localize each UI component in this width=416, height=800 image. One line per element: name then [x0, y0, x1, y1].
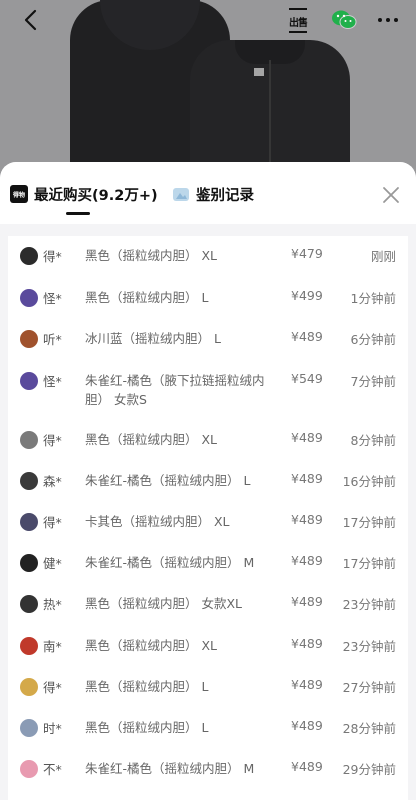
buyer-name: 时*: [43, 721, 62, 736]
close-icon: [383, 187, 399, 203]
avatar: [20, 330, 38, 348]
buyer-name: 怪*: [43, 374, 62, 389]
buyer-name: 森*: [43, 474, 62, 489]
product-variant: 黑色（摇粒绒内胆） L: [85, 290, 209, 305]
purchase-time: 27分钟前: [342, 680, 396, 695]
product-variant: 黑色（摇粒绒内胆） XL: [85, 638, 218, 653]
tab-recent-purchases-label: 最近购买(9.2万+): [34, 187, 158, 204]
avatar: [20, 678, 38, 696]
purchase-time: 6分钟前: [350, 332, 396, 347]
purchase-price: ¥489: [291, 636, 323, 651]
recent-purchases-sheet: 得物 最近购买(9.2万+) 鉴别记录 得* 黑色（摇粒绒内胆） XL ¥479 刚刚…: [0, 162, 416, 800]
purchase-price: ¥489: [291, 471, 323, 486]
authentication-icon: [173, 188, 189, 201]
wechat-icon: [332, 10, 357, 29]
sheet-header: 得物 最近购买(9.2万+) 鉴别记录: [0, 162, 416, 224]
close-button[interactable]: [380, 184, 402, 206]
product-variant: 朱雀红-橘色（摇粒绒内胆） M: [85, 761, 255, 776]
buyer-name: 怪*: [43, 291, 62, 306]
purchase-price: ¥499: [291, 288, 323, 303]
buyer-name: 健*: [43, 556, 62, 571]
purchase-price: ¥489: [291, 512, 323, 527]
more-button[interactable]: [374, 8, 402, 32]
product-variant: 冰川蓝（摇粒绒内胆） L: [85, 331, 221, 346]
purchase-price: ¥489: [291, 553, 323, 568]
buyer-name: 南*: [43, 639, 62, 654]
wechat-share-button[interactable]: [330, 8, 358, 32]
purchase-price: ¥479: [291, 246, 323, 261]
purchase-time: 1分钟前: [350, 291, 396, 306]
purchase-price: ¥489: [291, 329, 323, 344]
avatar: [20, 595, 38, 613]
product-variant: 卡其色（摇粒绒内胆） XL: [85, 514, 230, 529]
purchase-time: 29分钟前: [342, 762, 396, 777]
avatar: [20, 247, 38, 265]
purchase-time: 刚刚: [370, 249, 396, 264]
tab-recent-purchases[interactable]: 得物 最近购买(9.2万+): [10, 182, 158, 206]
dewu-logo-icon: 得物: [10, 185, 28, 203]
avatar: [20, 289, 38, 307]
product-variant: 黑色（摇粒绒内胆） XL: [85, 432, 218, 447]
chevron-left-icon: [24, 9, 37, 31]
back-button[interactable]: [16, 6, 44, 34]
purchase-time: 17分钟前: [342, 556, 396, 571]
avatar: [20, 372, 38, 390]
purchase-price: ¥489: [291, 677, 323, 692]
purchase-time: 23分钟前: [342, 639, 396, 654]
product-variant: 朱雀红-橘色（摇粒绒内胆） M: [85, 555, 255, 570]
top-bar: 出售: [0, 0, 416, 40]
avatar: [20, 760, 38, 778]
more-dots-icon: [378, 18, 398, 22]
purchase-time: 7分钟前: [350, 374, 396, 389]
active-tab-indicator: [66, 212, 90, 215]
buyer-name: 不*: [43, 762, 62, 777]
product-variant: 朱雀红-橘色（摇粒绒内胆） L: [85, 473, 251, 488]
buyer-name: 得*: [43, 515, 62, 530]
purchase-time: 23分钟前: [342, 597, 396, 612]
purchase-price: ¥549: [291, 371, 323, 386]
product-variant: 黑色（摇粒绒内胆） XL: [85, 248, 218, 263]
product-variant: 朱雀红-橘色（腋下拉链摇粒绒内胆） 女款S: [85, 373, 265, 407]
sell-label: 出售: [289, 17, 308, 29]
purchase-price: ¥489: [291, 430, 323, 445]
buyer-name: 得*: [43, 249, 62, 264]
buyer-name: 得*: [43, 433, 62, 448]
purchase-price: ¥489: [291, 759, 323, 774]
product-variant: 黑色（摇粒绒内胆） L: [85, 679, 209, 694]
avatar: [20, 719, 38, 737]
avatar: [20, 431, 38, 449]
avatar: [20, 472, 38, 490]
tab-authentication-records[interactable]: 鉴别记录: [172, 182, 254, 206]
avatar: [20, 554, 38, 572]
avatar: [20, 637, 38, 655]
tab-authentication-records-label: 鉴别记录: [196, 187, 254, 204]
purchase-time: 16分钟前: [342, 474, 396, 489]
purchase-time: 17分钟前: [342, 515, 396, 530]
purchase-time: 8分钟前: [350, 433, 396, 448]
purchase-price: ¥489: [291, 718, 323, 733]
sell-button[interactable]: 出售: [284, 7, 312, 33]
product-variant: 黑色（摇粒绒内胆） 女款XL: [85, 596, 243, 611]
avatar: [20, 513, 38, 531]
buyer-name: 热*: [43, 597, 62, 612]
purchase-time: 28分钟前: [342, 721, 396, 736]
product-variant: 黑色（摇粒绒内胆） L: [85, 720, 209, 735]
buyer-name: 听*: [43, 332, 62, 347]
buyer-name: 得*: [43, 680, 62, 695]
purchase-list[interactable]: 得* 黑色（摇粒绒内胆） XL ¥479 刚刚怪* 黑色（摇粒绒内胆） L ¥499 1分钟…: [8, 236, 408, 800]
purchase-price: ¥489: [291, 594, 323, 609]
